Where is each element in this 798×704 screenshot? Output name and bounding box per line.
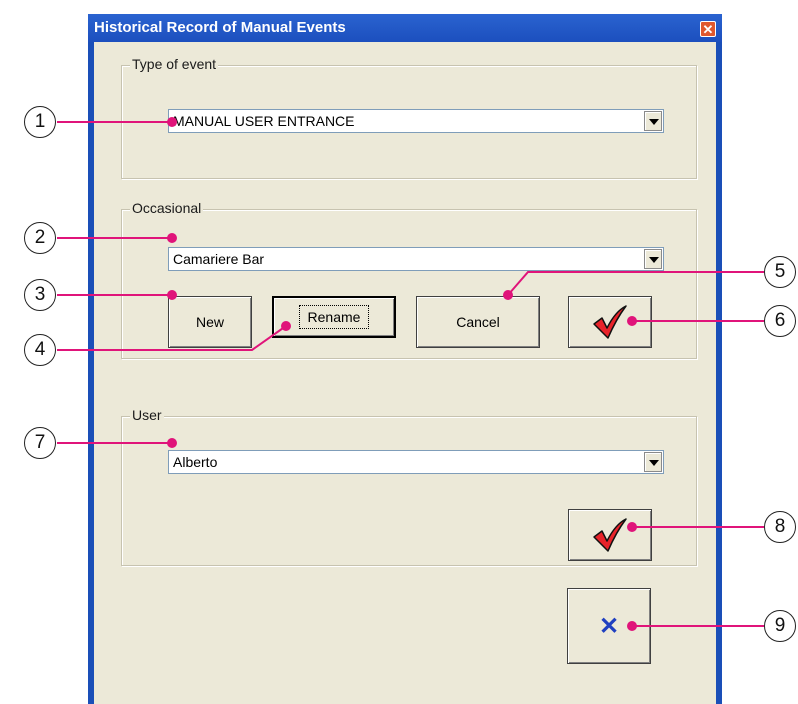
callout-8: 8 <box>764 511 796 543</box>
callout-1: 1 <box>24 106 56 138</box>
callout-4: 4 <box>24 334 56 366</box>
callout-lines <box>57 117 764 631</box>
callout-7: 7 <box>24 427 56 459</box>
callout-3: 3 <box>24 279 56 311</box>
callout-6: 6 <box>764 305 796 337</box>
callout-2: 2 <box>24 222 56 254</box>
callout-9: 9 <box>764 610 796 642</box>
callout-5: 5 <box>764 256 796 288</box>
